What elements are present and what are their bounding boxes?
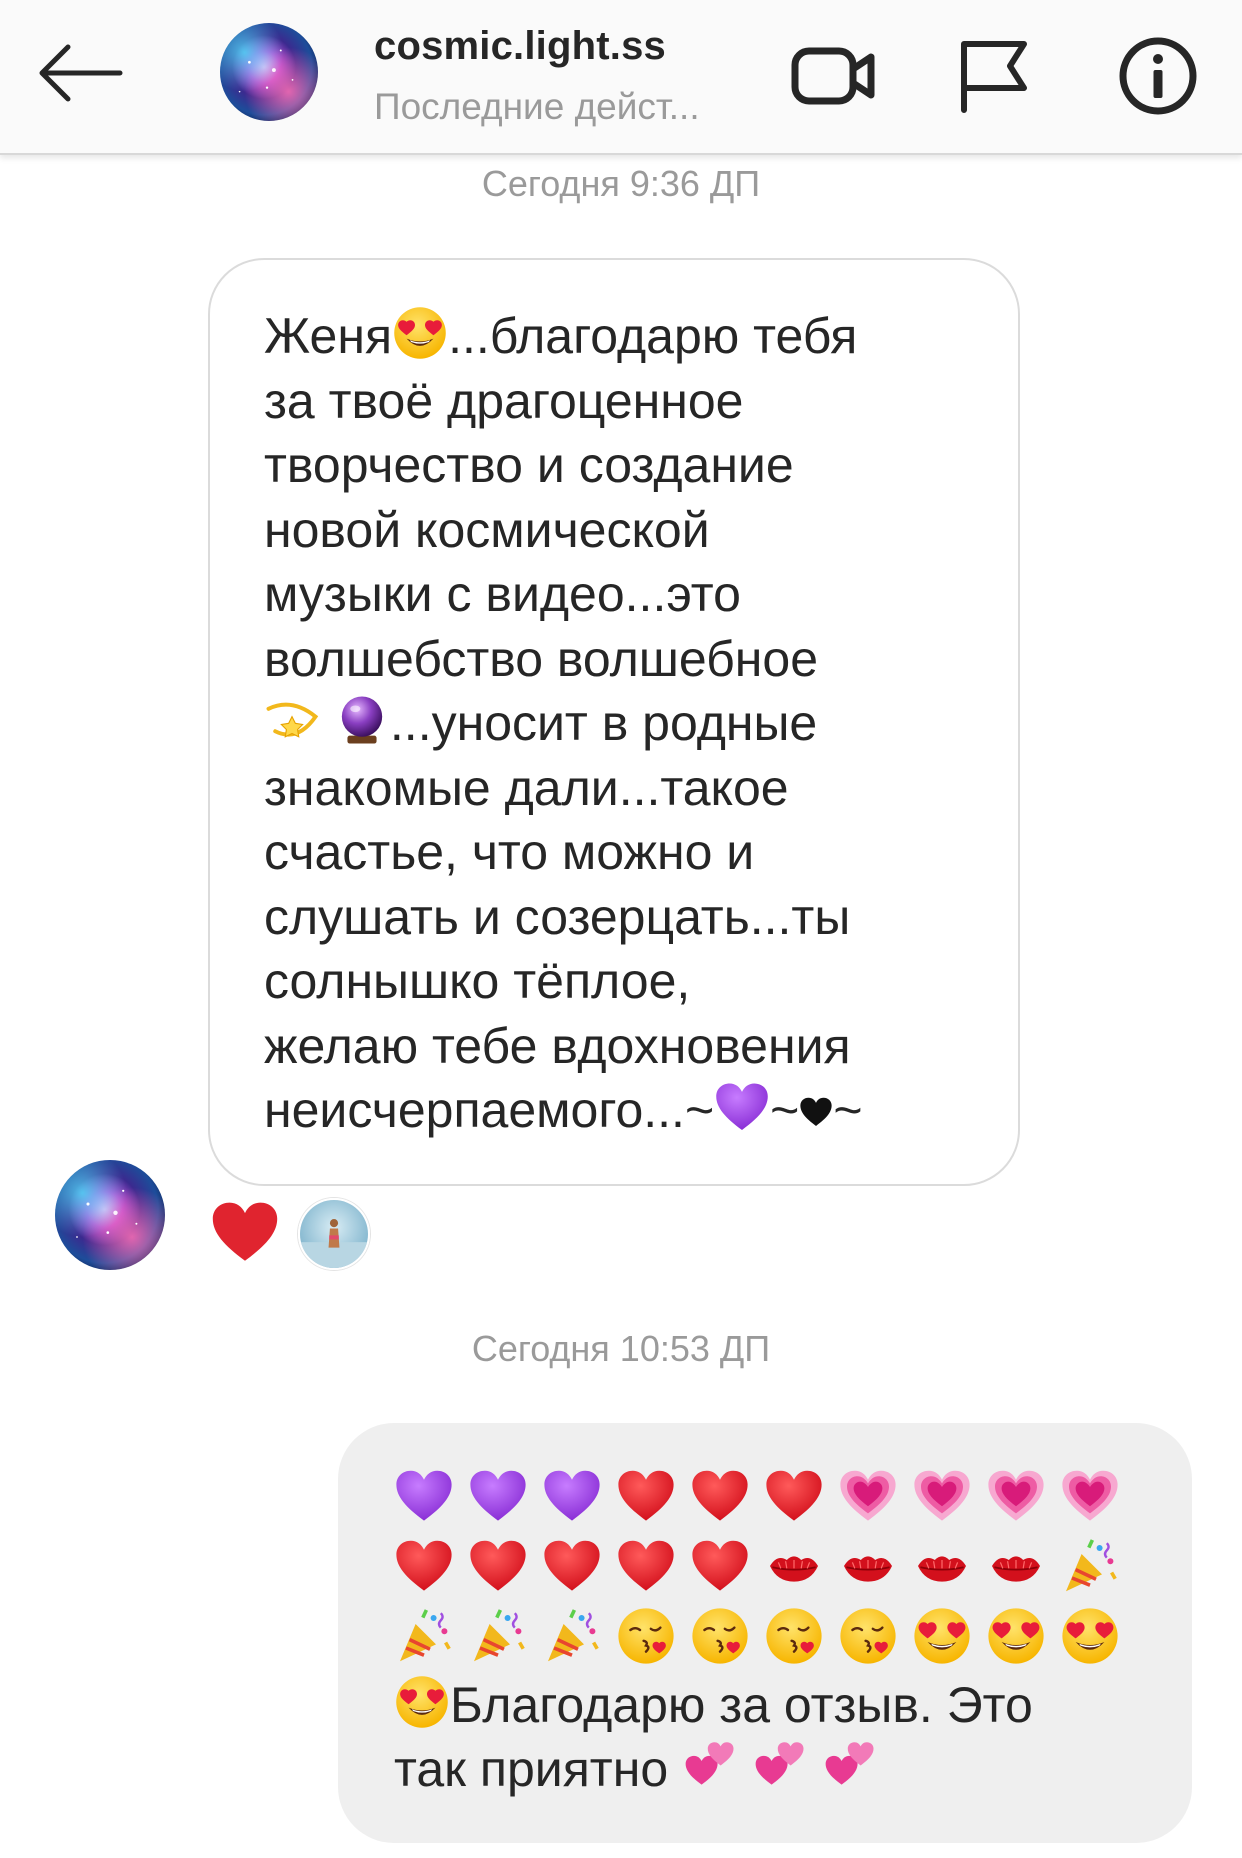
red-heart-emoji bbox=[616, 1466, 676, 1526]
info-button[interactable] bbox=[1110, 28, 1206, 124]
crystal-ball-emoji bbox=[334, 692, 390, 748]
report-button[interactable] bbox=[946, 28, 1042, 124]
heart-eyes-emoji bbox=[392, 305, 448, 361]
two-hearts-emoji bbox=[752, 1738, 808, 1794]
purple-heart-emoji bbox=[714, 1079, 770, 1135]
two-hearts-emoji bbox=[682, 1738, 738, 1794]
kiss-mark-emoji bbox=[764, 1536, 824, 1596]
red-heart-emoji bbox=[764, 1466, 824, 1526]
purple-heart-emoji bbox=[542, 1466, 602, 1526]
contact-username[interactable]: cosmic.light.ss bbox=[374, 24, 666, 69]
red-heart-emoji bbox=[690, 1466, 750, 1526]
heart-eyes-emoji bbox=[912, 1606, 972, 1666]
message-timestamp: Сегодня 10:53 ДП bbox=[471, 1328, 771, 1369]
kissing-face-emoji bbox=[616, 1606, 676, 1666]
info-icon bbox=[1119, 37, 1197, 115]
contact-activity-status: Последние дейст... bbox=[374, 86, 700, 127]
two-hearts-emoji bbox=[822, 1738, 878, 1794]
party-popper-emoji bbox=[468, 1606, 528, 1666]
incoming-message-text: Женя ...благодарю тебя за твоё драгоценное… bbox=[264, 304, 978, 1143]
growing-heart-emoji bbox=[912, 1466, 972, 1526]
video-call-button[interactable] bbox=[786, 28, 882, 124]
incoming-message-bubble[interactable]: Женя ...благодарю тебя за твоё драгоценное… bbox=[208, 258, 1020, 1186]
red-heart-emoji bbox=[616, 1536, 676, 1596]
red-heart-emoji bbox=[542, 1536, 602, 1596]
contact-avatar[interactable] bbox=[220, 23, 318, 121]
red-heart-emoji bbox=[690, 1536, 750, 1596]
purple-heart-emoji bbox=[394, 1466, 454, 1526]
party-popper-emoji bbox=[542, 1606, 602, 1666]
purple-heart-emoji bbox=[468, 1466, 528, 1526]
growing-heart-emoji bbox=[838, 1466, 898, 1526]
emoji-row bbox=[394, 1603, 1152, 1669]
back-button[interactable] bbox=[30, 28, 130, 118]
sender-avatar[interactable] bbox=[55, 1160, 165, 1270]
red-heart-emoji bbox=[468, 1536, 528, 1596]
reactor-avatar[interactable] bbox=[298, 1198, 370, 1270]
chat-header: cosmic.light.ss Последние дейст... bbox=[0, 0, 1242, 155]
flag-icon bbox=[961, 41, 1027, 113]
emoji-row bbox=[394, 1533, 1152, 1599]
kissing-face-emoji bbox=[690, 1606, 750, 1666]
kiss-mark-emoji bbox=[986, 1536, 1046, 1596]
video-camera-icon bbox=[791, 47, 875, 105]
growing-heart-emoji bbox=[1060, 1466, 1120, 1526]
red-heart-emoji bbox=[394, 1536, 454, 1596]
heart-eyes-emoji bbox=[1060, 1606, 1120, 1666]
black-heart-emoji bbox=[799, 1095, 833, 1129]
kissing-face-emoji bbox=[764, 1606, 824, 1666]
arrow-left-icon bbox=[39, 44, 123, 102]
dizzy-emoji bbox=[264, 692, 320, 748]
message-timestamp: Сегодня 9:36 ДП bbox=[481, 163, 761, 204]
heart-eyes-emoji bbox=[394, 1674, 450, 1730]
growing-heart-emoji bbox=[986, 1466, 1046, 1526]
outgoing-message-text: Благодарю за отзыв. Это так приятно bbox=[394, 1673, 1152, 1801]
kiss-mark-emoji bbox=[912, 1536, 972, 1596]
kiss-mark-emoji bbox=[838, 1536, 898, 1596]
party-popper-emoji bbox=[394, 1606, 454, 1666]
emoji-row bbox=[394, 1463, 1152, 1529]
heart-eyes-emoji bbox=[986, 1606, 1046, 1666]
kissing-face-emoji bbox=[838, 1606, 898, 1666]
red-heart-reaction-icon[interactable] bbox=[210, 1200, 280, 1264]
outgoing-message-bubble[interactable]: Благодарю за отзыв. Это так приятно bbox=[338, 1423, 1192, 1843]
party-popper-emoji bbox=[1060, 1536, 1120, 1596]
